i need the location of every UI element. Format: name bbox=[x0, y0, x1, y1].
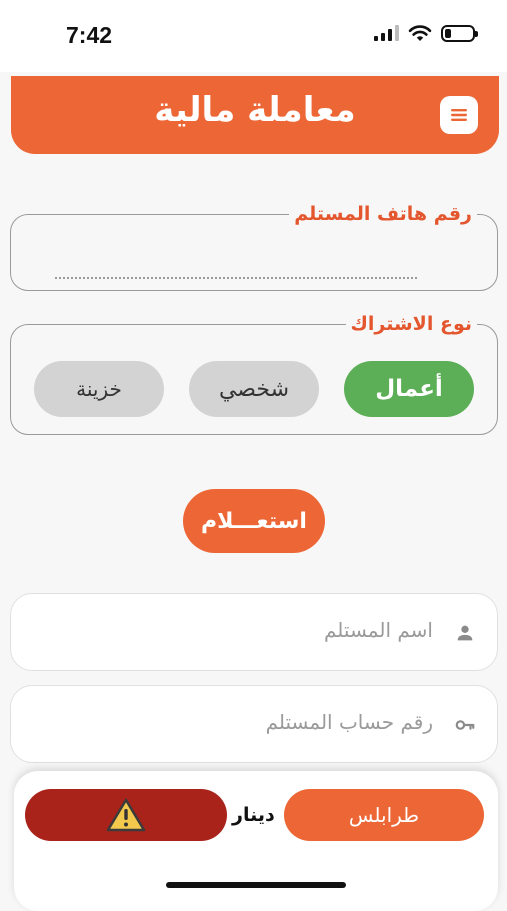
subscription-type-label: نوع الاشتراك bbox=[350, 313, 473, 335]
inquiry-button[interactable]: استعـــلام bbox=[183, 489, 325, 553]
recipient-phone-field: رقم هاتف المستلم bbox=[10, 203, 498, 291]
recipient-account-placeholder: رقم حساب المستلم bbox=[265, 710, 433, 734]
status-time: 7:42 bbox=[66, 22, 113, 48]
subscription-option-personal[interactable]: شخصي bbox=[189, 361, 319, 417]
subscription-type-group: نوع الاشتراك أعمال شخصي خزينة bbox=[10, 313, 498, 435]
subscription-option-treasury[interactable]: خزينة bbox=[34, 361, 164, 417]
person-icon bbox=[457, 625, 473, 641]
recipient-phone-label: رقم هاتف المستلم bbox=[294, 203, 472, 225]
menu-button[interactable] bbox=[440, 96, 478, 134]
key-icon bbox=[455, 720, 475, 730]
menu-icon bbox=[451, 109, 467, 121]
wifi-icon bbox=[408, 25, 432, 41]
warning-icon bbox=[106, 798, 146, 832]
status-icons bbox=[374, 24, 478, 42]
battery-icon bbox=[441, 24, 478, 42]
bottom-sheet: طرابلس دينار bbox=[14, 771, 498, 911]
recipient-name-field[interactable]: اسم المستلم bbox=[10, 593, 498, 671]
currency-label: دينار bbox=[232, 804, 275, 826]
subscription-option-business[interactable]: أعمال bbox=[344, 361, 474, 417]
city-button[interactable]: طرابلس bbox=[284, 789, 484, 841]
page-title: معاملة مالية bbox=[154, 90, 356, 130]
recipient-phone-input[interactable] bbox=[55, 257, 417, 279]
status-bar: 7:42 bbox=[0, 0, 507, 72]
recipient-name-placeholder: اسم المستلم bbox=[323, 618, 433, 642]
app-header: معاملة مالية bbox=[11, 76, 499, 154]
warning-button[interactable] bbox=[25, 789, 227, 841]
home-indicator bbox=[166, 882, 346, 888]
cellular-signal-icon bbox=[374, 25, 399, 41]
recipient-account-field[interactable]: رقم حساب المستلم bbox=[10, 685, 498, 763]
